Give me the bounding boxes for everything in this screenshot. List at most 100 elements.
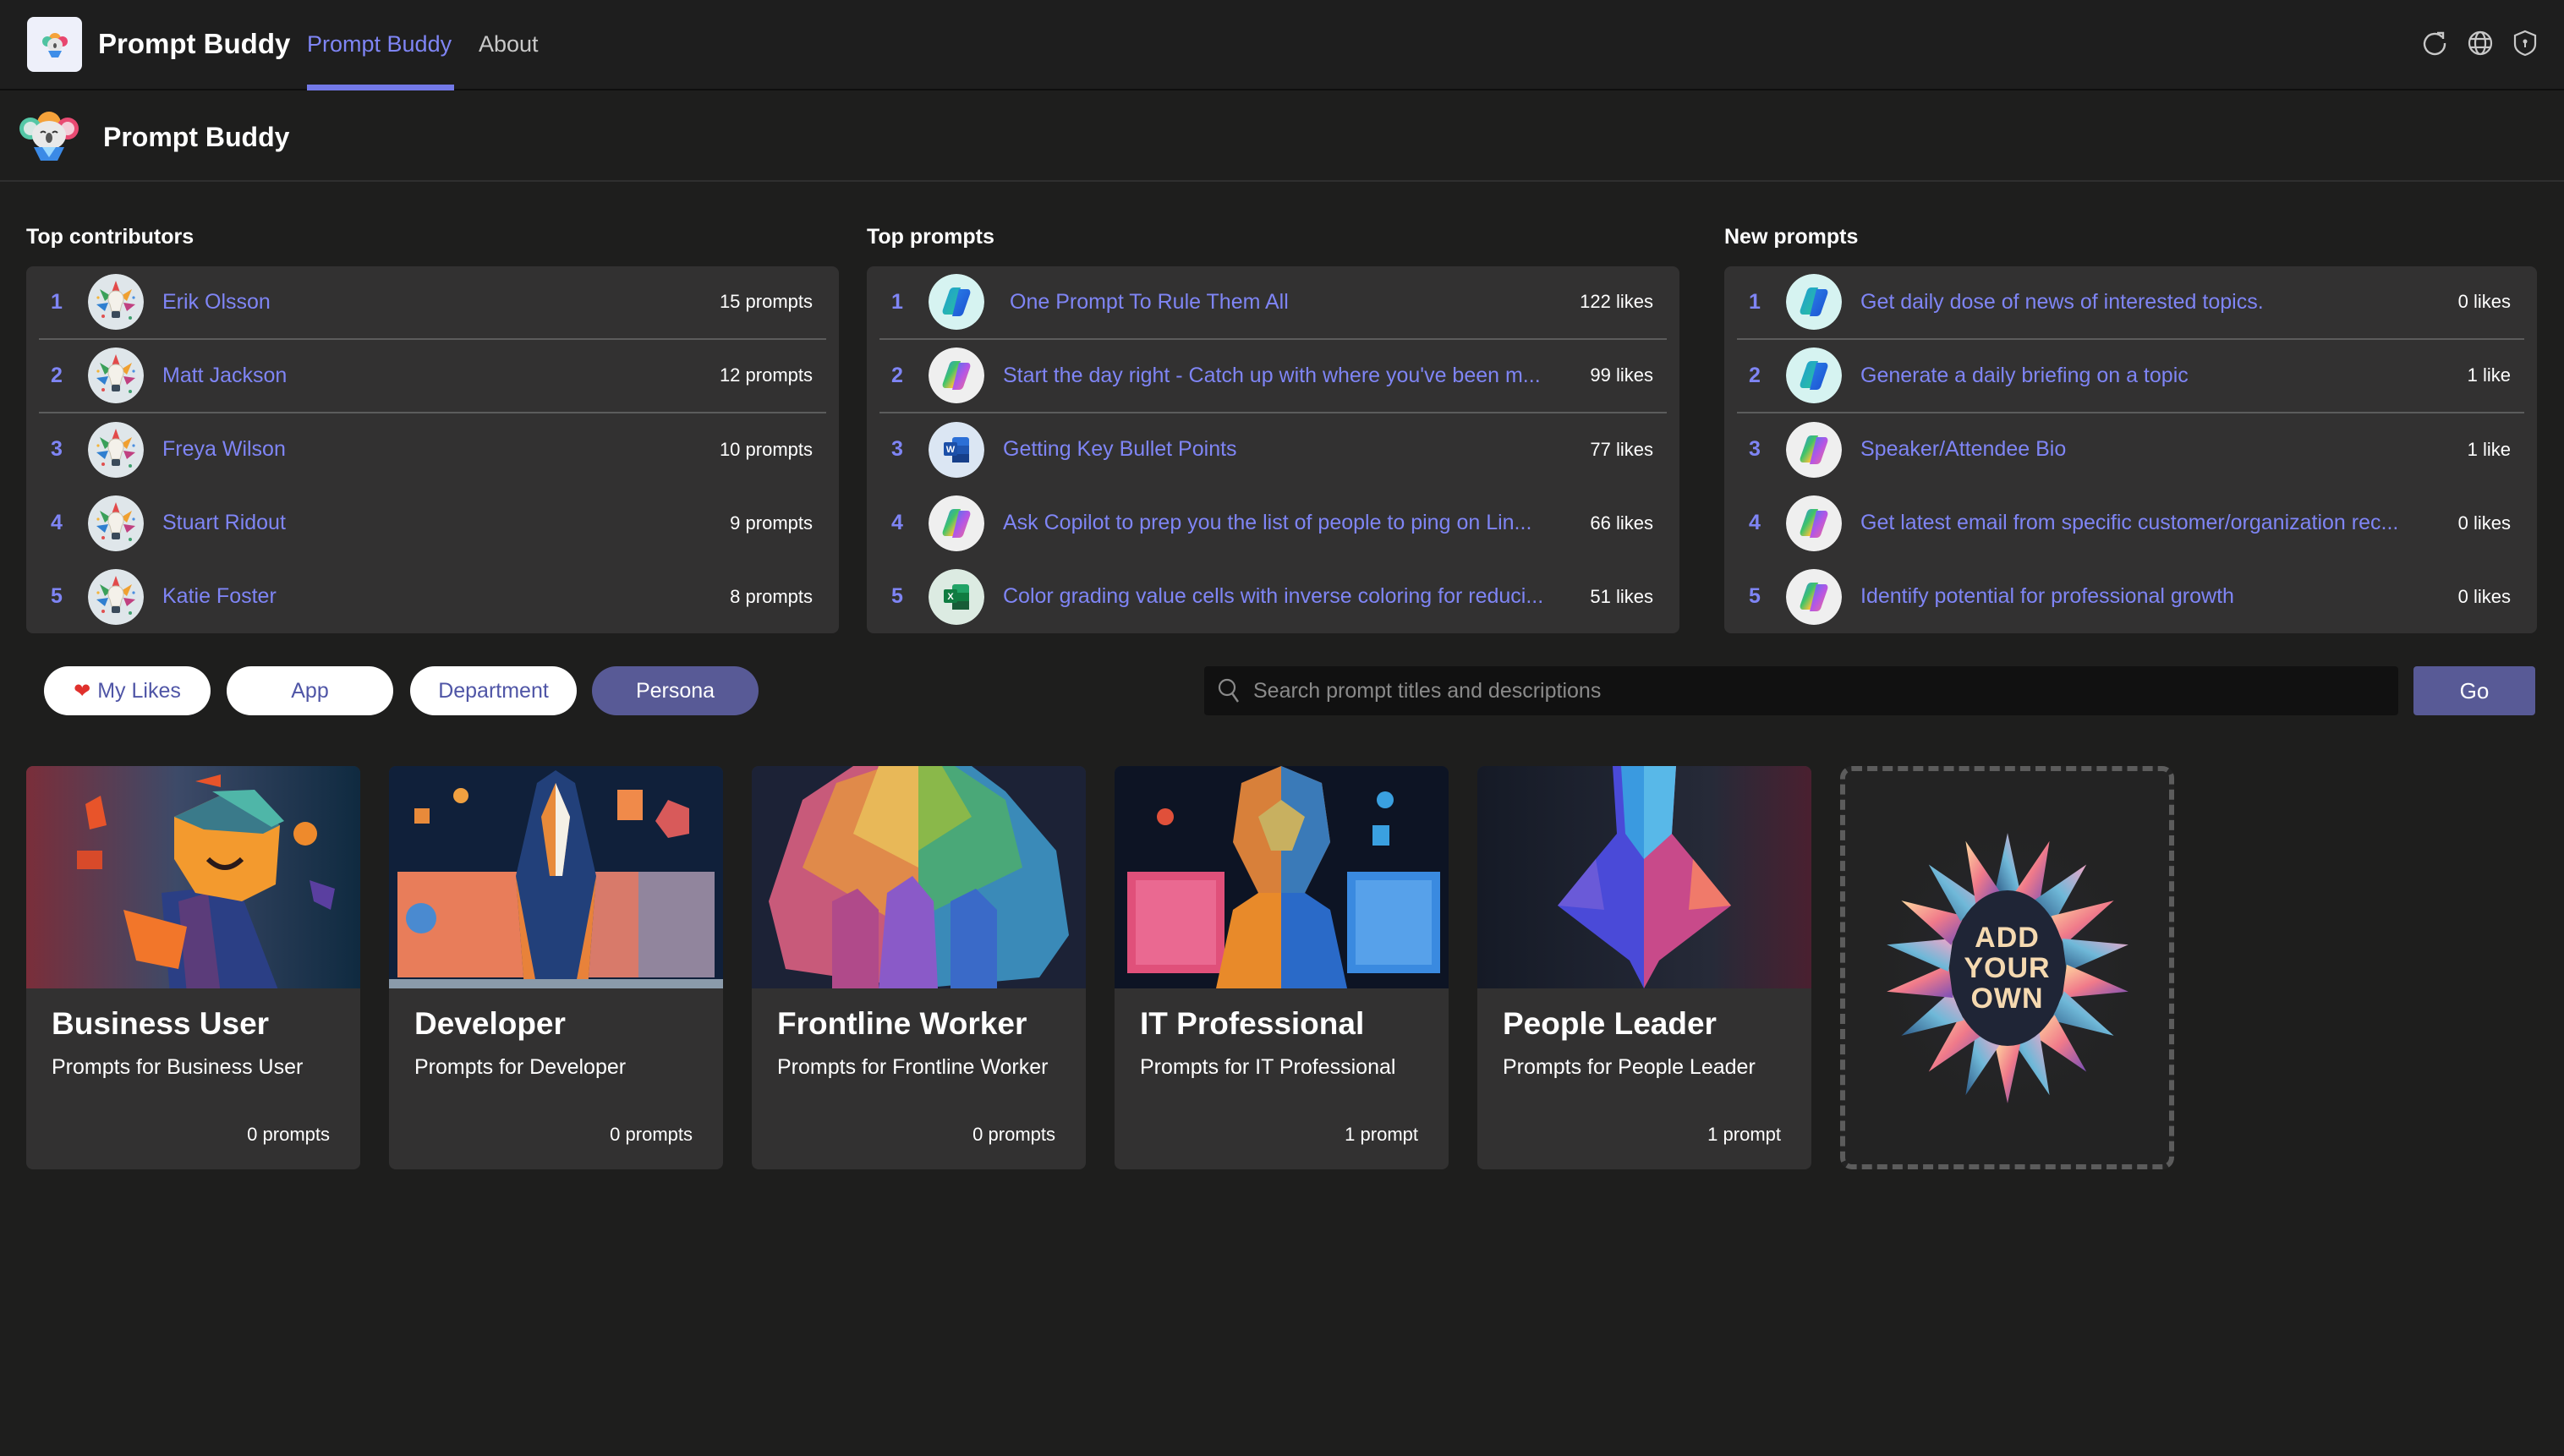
copilot-icon <box>1786 348 1842 404</box>
persona-description: Prompts for IT Professional <box>1140 1055 1396 1079</box>
new-prompt-count: 1 like <box>2467 438 2511 460</box>
page-title: Prompt Buddy <box>103 122 290 152</box>
copilot-color-icon <box>1786 568 1842 625</box>
tab-prompt-buddy[interactable]: Prompt Buddy <box>307 25 452 63</box>
persona-card[interactable]: Frontline Worker Prompts for Frontline W… <box>752 766 1086 1169</box>
top-prompt-row[interactable]: 3 W Getting Key Bullet Points 77 likes <box>879 413 1667 487</box>
persona-card[interactable]: Business User Prompts for Business User … <box>26 766 360 1169</box>
rank-number: 3 <box>1749 437 1761 462</box>
persona-prompt-count: 0 prompts <box>247 1124 330 1145</box>
rank-number: 2 <box>891 363 903 387</box>
top-prompt-link[interactable]: Ask Copilot to prep you the list of peop… <box>1003 511 1566 535</box>
contributor-row[interactable]: 3 Freya Wilson 10 prompts <box>39 413 826 487</box>
new-prompts-heading: New prompts <box>1724 225 1859 249</box>
contributor-link[interactable]: Matt Jackson <box>162 364 696 388</box>
persona-description: Prompts for Business User <box>52 1055 304 1079</box>
new-prompt-row[interactable]: 4 Get latest email from specific custome… <box>1737 486 2524 560</box>
word-icon: W <box>929 421 984 478</box>
rank-number: 1 <box>891 289 903 314</box>
persona-title: People Leader <box>1503 1006 1717 1041</box>
contributor-avatar <box>88 495 144 551</box>
rank-number: 5 <box>1749 584 1761 609</box>
rank-number: 3 <box>51 437 63 462</box>
shield-icon[interactable] <box>2511 29 2539 57</box>
new-prompt-count: 0 likes <box>2457 585 2511 607</box>
tab-about[interactable]: About <box>479 25 539 63</box>
contributor-count: 15 prompts <box>719 291 813 313</box>
contributor-avatar <box>88 348 144 404</box>
new-prompt-link[interactable]: Get latest email from specific customer/… <box>1860 511 2435 535</box>
rank-number: 2 <box>51 363 63 387</box>
top-prompt-link[interactable]: Start the day right - Catch up with wher… <box>1003 364 1566 388</box>
top-prompt-link[interactable]: Color grading value cells with inverse c… <box>1003 584 1566 609</box>
persona-card[interactable]: Developer Prompts for Developer 0 prompt… <box>389 766 723 1169</box>
copilot-color-icon <box>929 495 984 551</box>
new-prompt-link[interactable]: Generate a daily briefing on a topic <box>1860 364 2444 388</box>
persona-image <box>752 766 1086 988</box>
copilot-color-icon <box>929 348 984 404</box>
persona-description: Prompts for Developer <box>414 1055 627 1079</box>
top-prompt-row[interactable]: 2 Start the day right - Catch up with wh… <box>879 340 1667 413</box>
rank-number: 4 <box>51 511 63 535</box>
top-prompts-heading: Top prompts <box>867 225 994 249</box>
persona-image <box>26 766 360 994</box>
contributor-count: 9 prompts <box>730 512 813 534</box>
rank-number: 2 <box>1749 363 1761 387</box>
top-prompt-link[interactable]: Getting Key Bullet Points <box>1003 437 1566 462</box>
persona-card[interactable]: People Leader Prompts for People Leader … <box>1477 766 1811 1169</box>
top-prompt-count: 51 likes <box>1590 585 1653 607</box>
search-box[interactable] <box>1204 666 2398 715</box>
go-button[interactable]: Go <box>2413 666 2535 715</box>
refresh-icon[interactable] <box>2420 29 2449 57</box>
contributor-row[interactable]: 5 Katie Foster 8 prompts <box>39 560 826 633</box>
contributor-link[interactable]: Stuart Ridout <box>162 511 706 535</box>
excel-icon: X <box>929 568 984 625</box>
top-prompt-count: 66 likes <box>1590 512 1653 534</box>
contributor-avatar <box>88 568 144 625</box>
search-input[interactable] <box>1253 678 2398 703</box>
top-prompt-count: 122 likes <box>1580 291 1653 313</box>
contributor-row[interactable]: 2 Matt Jackson 12 prompts <box>39 340 826 413</box>
new-prompt-link[interactable]: Speaker/Attendee Bio <box>1860 437 2444 462</box>
filter-app[interactable]: App <box>227 666 393 715</box>
contributor-row[interactable]: 1 Erik Olsson 15 prompts <box>39 266 826 340</box>
heart-icon: ❤ <box>74 679 91 703</box>
new-prompt-row[interactable]: 3 Speaker/Attendee Bio 1 like <box>1737 413 2524 487</box>
contributor-link[interactable]: Katie Foster <box>162 584 706 609</box>
filter-my-likes[interactable]: ❤ My Likes <box>44 666 211 715</box>
top-prompt-count: 99 likes <box>1590 364 1653 386</box>
filter-department[interactable]: Department <box>410 666 577 715</box>
persona-prompt-count: 0 prompts <box>610 1124 693 1145</box>
globe-icon[interactable] <box>2466 29 2495 57</box>
top-prompt-row[interactable]: 4 Ask Copilot to prep you the list of pe… <box>879 486 1667 560</box>
new-prompt-link[interactable]: Get daily dose of news of interested top… <box>1860 290 2435 315</box>
top-prompt-row[interactable]: 5 X Color grading value cells with inver… <box>879 560 1667 633</box>
top-contributors-heading: Top contributors <box>26 225 194 249</box>
add-your-own-card[interactable]: ADD YOUR OWN <box>1840 766 2174 1169</box>
new-prompt-count: 1 like <box>2467 364 2511 386</box>
new-prompts-panel: 1 Get daily dose of news of interested t… <box>1724 266 2537 633</box>
contributor-avatar <box>88 274 144 331</box>
page-header <box>0 92 2564 182</box>
persona-title: Frontline Worker <box>777 1006 1027 1041</box>
new-prompt-row[interactable]: 2 Generate a daily briefing on a topic 1… <box>1737 340 2524 413</box>
new-prompt-row[interactable]: 1 Get daily dose of news of interested t… <box>1737 266 2524 340</box>
copilot-color-icon <box>1786 421 1842 478</box>
new-prompt-row[interactable]: 5 Identify potential for professional gr… <box>1737 560 2524 633</box>
filter-persona[interactable]: Persona <box>592 666 759 715</box>
top-prompt-link[interactable]: One Prompt To Rule Them All <box>1010 290 1556 315</box>
persona-card[interactable]: IT Professional Prompts for IT Professio… <box>1115 766 1449 1169</box>
contributor-link[interactable]: Freya Wilson <box>162 437 696 462</box>
contributor-row[interactable]: 4 Stuart Ridout 9 prompts <box>39 486 826 560</box>
persona-prompt-count: 1 prompt <box>1707 1124 1781 1145</box>
rank-number: 4 <box>1749 511 1761 535</box>
contributor-count: 12 prompts <box>719 364 813 386</box>
active-tab-indicator <box>307 85 454 90</box>
top-prompt-row[interactable]: 1 One Prompt To Rule Them All 122 likes <box>879 266 1667 340</box>
top-contributors-panel: 1 Erik Olsson 15 prompts 2 Matt Jackson … <box>26 266 839 633</box>
new-prompt-link[interactable]: Identify potential for professional grow… <box>1860 584 2435 609</box>
contributor-link[interactable]: Erik Olsson <box>162 290 696 315</box>
persona-image <box>1115 766 1449 988</box>
copilot-color-icon <box>1786 495 1842 551</box>
app-icon[interactable] <box>27 17 82 72</box>
